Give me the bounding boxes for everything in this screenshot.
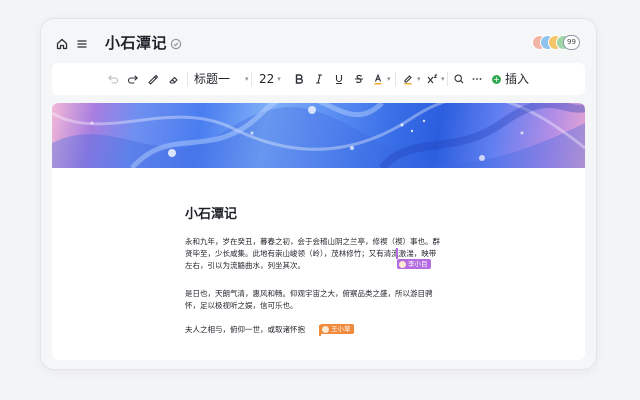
- toolbar-divider: [251, 72, 252, 86]
- document-editor[interactable]: 小石潭记 永和九年，岁在癸丑，暮春之初，会于会稽山阴之兰亭，修禊（禊）事也。群贤…: [52, 103, 585, 360]
- format-painter-button[interactable]: [147, 71, 159, 87]
- paragraph[interactable]: 夫人之相与，俯仰一世，或取诸怀抱: [185, 324, 441, 336]
- chevron-down-icon: ▾: [441, 75, 445, 83]
- plus-icon: +: [492, 74, 501, 84]
- collaborator-avatars[interactable]: 99: [532, 35, 580, 51]
- strikethrough-icon: [355, 74, 363, 84]
- document-title[interactable]: 小石潭记: [105, 33, 167, 53]
- redo-button[interactable]: [127, 71, 139, 87]
- home-icon[interactable]: [55, 36, 69, 50]
- collaborator-name: 王小草: [331, 325, 351, 333]
- chevron-down-icon: ▾: [417, 75, 421, 83]
- italic-button[interactable]: [313, 71, 325, 87]
- heading-style-select[interactable]: 标题一: [194, 71, 230, 87]
- format-painter-icon: [148, 74, 159, 85]
- collaborator-count-badge[interactable]: 99: [563, 35, 580, 50]
- text-color-button[interactable]: ▾: [372, 71, 391, 87]
- avatar: [322, 325, 329, 333]
- bold-icon: [295, 74, 303, 84]
- avatar: [399, 260, 406, 268]
- formatting-toolbar: 标题一 ▾ 22 ▾ ▾ ▾ ▾ + 插入: [52, 63, 585, 95]
- italic-icon: [316, 74, 322, 84]
- undo-button[interactable]: [107, 71, 119, 87]
- font-size-value: 22: [259, 72, 275, 86]
- underline-button[interactable]: [333, 71, 345, 87]
- paragraph[interactable]: 是日也，天朗气清，惠风和畅。仰观宇宙之大，俯察品类之盛，所以游目骋怀，足以极视听…: [185, 288, 441, 312]
- editor-window: 小石潭记 99 标题一 ▾ 22 ▾ ▾ ▾ ▾ + 插入 小石潭记 永和九年，…: [40, 18, 597, 370]
- insert-label: 插入: [505, 72, 530, 86]
- title-bar: 小石潭记 99: [55, 33, 582, 53]
- text-color-icon: [374, 73, 382, 85]
- cover-image[interactable]: [52, 103, 585, 168]
- menu-icon[interactable]: [75, 36, 89, 50]
- chevron-down-icon: ▾: [277, 75, 281, 83]
- eraser-icon: [169, 76, 178, 84]
- cover-image-art: [52, 103, 585, 168]
- underline-icon: [335, 75, 343, 85]
- collaborator-cursor: [396, 248, 398, 259]
- font-size-select[interactable]: 22 ▾: [259, 71, 281, 87]
- superscript-icon: [427, 74, 438, 84]
- collaborator-name: 李小目: [408, 260, 428, 268]
- redo-icon: [127, 75, 139, 84]
- cloud-saved-icon: [169, 36, 183, 50]
- toolbar-divider: [447, 72, 448, 86]
- clear-format-button[interactable]: [167, 71, 179, 87]
- highlight-button[interactable]: ▾: [402, 71, 421, 87]
- chevron-down-icon: ▾: [387, 75, 391, 83]
- toolbar-divider: [395, 72, 396, 86]
- heading-style-value: 标题一: [194, 72, 231, 86]
- bold-button[interactable]: [293, 71, 305, 87]
- search-button[interactable]: [453, 71, 465, 87]
- undo-icon: [107, 75, 119, 84]
- insert-button[interactable]: + 插入: [492, 71, 529, 87]
- collaborator-cursor-tag: 李小目: [397, 259, 431, 269]
- more-icon: [472, 78, 482, 80]
- search-icon: [454, 74, 464, 84]
- toolbar-divider: [187, 72, 188, 86]
- more-button[interactable]: [471, 71, 483, 87]
- strikethrough-button[interactable]: [353, 71, 365, 87]
- collaborator-cursor-tag: 王小草: [320, 324, 354, 334]
- highlighter-icon: [404, 75, 412, 85]
- heading-dropdown-toggle[interactable]: ▾: [242, 71, 249, 87]
- document-heading[interactable]: 小石潭记: [185, 206, 237, 224]
- superscript-button[interactable]: ▾: [426, 71, 445, 87]
- chevron-down-icon: ▾: [245, 75, 249, 83]
